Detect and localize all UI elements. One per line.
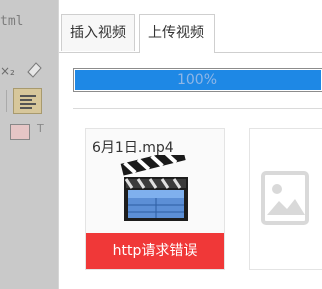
divider (73, 108, 322, 109)
video-dialog: 插入视频 上传视频 100% 6月1日.mp4 http请求错误 (58, 0, 322, 289)
table-icon (10, 124, 30, 140)
file-card[interactable]: 6月1日.mp4 http请求错误 (85, 128, 225, 270)
toolbar-divider (6, 90, 7, 112)
dialog-tabs: 插入视频 上传视频 (59, 14, 322, 53)
file-card-placeholder[interactable] (249, 128, 322, 270)
eraser-icon (24, 60, 44, 78)
tab-upload-video[interactable]: 上传视频 (139, 14, 215, 53)
upload-error-status: http请求错误 (86, 233, 224, 269)
progress-percent: 100% (176, 72, 218, 88)
image-placeholder-icon (261, 171, 309, 225)
editor-background: tml ×₂ T (0, 0, 58, 289)
source-code-label: tml (0, 14, 24, 29)
upload-progress-bar: 100% (73, 68, 322, 92)
file-name: 6月1日.mp4 (92, 140, 174, 156)
font-size-label: T (37, 122, 44, 135)
video-clapperboard-icon (118, 148, 194, 231)
align-left-icon (13, 88, 42, 114)
subscript-button-label: ×₂ (0, 64, 15, 78)
tab-insert-video[interactable]: 插入视频 (61, 14, 135, 51)
